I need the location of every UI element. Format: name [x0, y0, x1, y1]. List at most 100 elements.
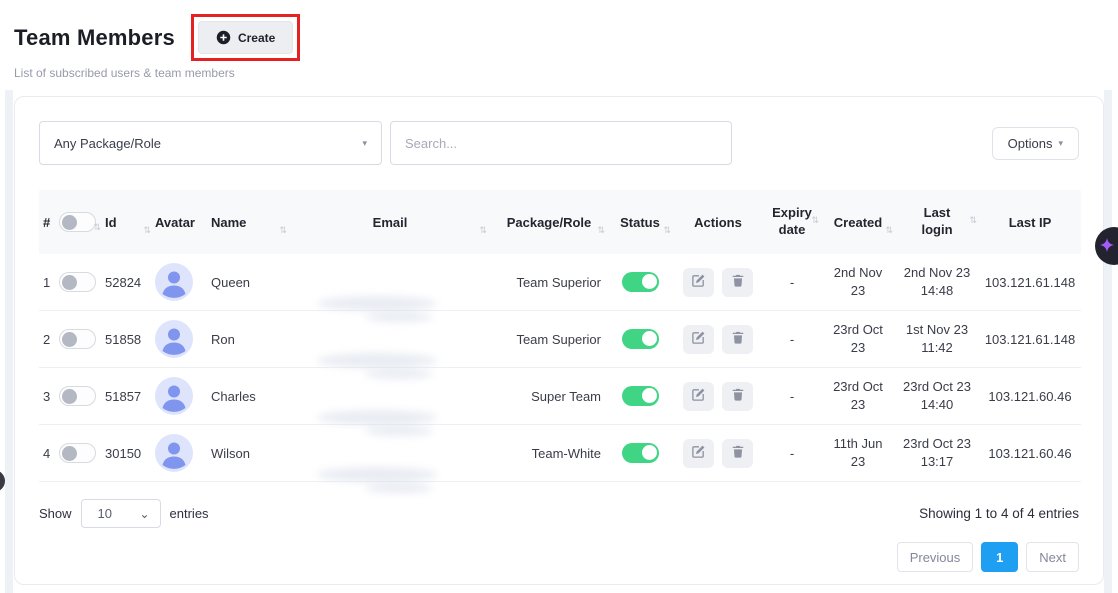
column-header-last-login[interactable]: Last login ⇅	[895, 205, 979, 239]
column-header-index[interactable]: # ⇅	[39, 212, 103, 232]
trash-icon	[731, 387, 745, 405]
sort-icon: ⇅	[811, 215, 819, 226]
member-last-ip: 103.121.60.46	[979, 446, 1081, 461]
member-package-role: Team-White	[489, 446, 607, 461]
member-created: 23rd Oct 23	[829, 321, 887, 357]
member-name: Ron	[209, 332, 289, 347]
member-id: 51857	[103, 389, 153, 404]
member-last-ip: 103.121.60.46	[979, 389, 1081, 404]
edit-icon	[691, 273, 706, 291]
pagination-previous-button[interactable]: Previous	[897, 542, 974, 572]
edit-button[interactable]	[683, 268, 714, 297]
sparkle-icon	[1098, 237, 1116, 255]
pagination-next-button[interactable]: Next	[1026, 542, 1079, 572]
page-gutter-right	[1104, 90, 1112, 593]
member-last-login: 2nd Nov 23 14:48	[899, 264, 975, 300]
column-header-expiry-date[interactable]: Expiry date ⇅	[763, 205, 821, 239]
delete-button[interactable]	[722, 325, 753, 354]
column-header-package-role[interactable]: Package/Role ⇅	[489, 215, 607, 230]
status-toggle[interactable]	[622, 386, 659, 406]
column-header-email[interactable]: Email ⇅	[289, 215, 489, 230]
member-last-ip: 103.121.61.148	[979, 275, 1081, 290]
edit-button[interactable]	[683, 325, 714, 354]
sort-icon: ⇅	[479, 225, 487, 236]
show-label: Show	[39, 506, 72, 521]
member-last-login: 1st Nov 23 11:42	[899, 321, 975, 357]
package-role-value: Any Package/Role	[54, 136, 161, 151]
showing-entries-text: Showing 1 to 4 of 4 entries	[919, 506, 1079, 521]
search-input[interactable]	[390, 121, 732, 165]
edit-icon	[691, 330, 706, 348]
delete-button[interactable]	[722, 382, 753, 411]
package-role-select[interactable]: Any Package/Role ▾	[39, 121, 382, 165]
plus-circle-icon	[216, 30, 231, 45]
row-index: 4	[43, 446, 50, 461]
sort-icon: ⇅	[93, 222, 101, 233]
entries-label: entries	[170, 506, 209, 521]
member-package-role: Team Superior	[489, 275, 607, 290]
page-subtitle: List of subscribed users & team members	[14, 66, 235, 80]
column-header-id[interactable]: Id ⇅	[103, 215, 153, 230]
table-row: 3 51857 Charles Super Team	[39, 368, 1081, 425]
avatar	[155, 263, 193, 301]
page-size-select[interactable]: 10 ⌄	[81, 499, 161, 528]
member-name: Queen	[209, 275, 289, 290]
select-all-toggle[interactable]	[59, 212, 96, 232]
pagination: Previous 1 Next	[39, 542, 1079, 572]
create-button[interactable]: Create	[198, 21, 293, 54]
status-toggle[interactable]	[622, 329, 659, 349]
chevron-down-icon: ⌄	[139, 507, 149, 521]
options-button[interactable]: Options ▾	[992, 127, 1079, 160]
create-highlight-box: Create	[191, 14, 300, 61]
row-select-toggle[interactable]	[59, 329, 96, 349]
options-button-label: Options	[1008, 136, 1053, 151]
chevron-down-icon: ▾	[362, 138, 367, 149]
row-select-toggle[interactable]	[59, 443, 96, 463]
delete-button[interactable]	[722, 268, 753, 297]
team-members-card: Any Package/Role ▾ Options ▾ # ⇅ Id ⇅ Av…	[14, 96, 1104, 585]
edit-icon	[691, 387, 706, 405]
sort-icon: ⇅	[279, 225, 287, 236]
edit-button[interactable]	[683, 382, 714, 411]
edit-button[interactable]	[683, 439, 714, 468]
column-header-name[interactable]: Name ⇅	[209, 215, 289, 230]
status-toggle[interactable]	[622, 272, 659, 292]
member-created: 23rd Oct 23	[829, 378, 887, 414]
chevron-down-icon: ▾	[1058, 138, 1063, 149]
table-row: 1 52824 Queen Team Superior	[39, 254, 1081, 311]
row-select-toggle[interactable]	[59, 386, 96, 406]
delete-button[interactable]	[722, 439, 753, 468]
column-header-created[interactable]: Created ⇅	[821, 215, 895, 230]
member-last-login: 23rd Oct 23 14:40	[899, 378, 975, 414]
member-created: 2nd Nov 23	[829, 264, 887, 300]
member-last-ip: 103.121.61.148	[979, 332, 1081, 347]
member-expiry-date: -	[763, 446, 821, 461]
row-index: 1	[43, 275, 50, 290]
trash-icon	[731, 444, 745, 462]
member-expiry-date: -	[763, 275, 821, 290]
row-select-toggle[interactable]	[59, 272, 96, 292]
member-last-login: 23rd Oct 23 13:17	[899, 435, 975, 471]
column-header-last-ip: Last IP	[979, 215, 1081, 230]
member-id: 30150	[103, 446, 153, 461]
member-name: Charles	[209, 389, 289, 404]
team-members-table: # ⇅ Id ⇅ Avatar Name ⇅ Email ⇅ Package/R…	[39, 190, 1081, 482]
trash-icon	[731, 330, 745, 348]
column-header-status[interactable]: Status ⇅	[607, 215, 673, 230]
member-name: Wilson	[209, 446, 289, 461]
status-toggle[interactable]	[622, 443, 659, 463]
sort-icon: ⇅	[885, 225, 893, 236]
pagination-page-1-button[interactable]: 1	[981, 542, 1018, 572]
avatar	[155, 377, 193, 415]
table-header-row: # ⇅ Id ⇅ Avatar Name ⇅ Email ⇅ Package/R…	[39, 190, 1081, 254]
create-button-label: Create	[238, 31, 275, 45]
sort-icon: ⇅	[969, 215, 977, 226]
page-header: Team Members Create	[14, 14, 300, 61]
column-header-actions: Actions	[673, 215, 763, 230]
avatar	[155, 320, 193, 358]
member-id: 52824	[103, 275, 153, 290]
sort-icon: ⇅	[143, 225, 151, 236]
sort-icon: ⇅	[597, 225, 605, 236]
member-package-role: Team Superior	[489, 332, 607, 347]
member-expiry-date: -	[763, 389, 821, 404]
